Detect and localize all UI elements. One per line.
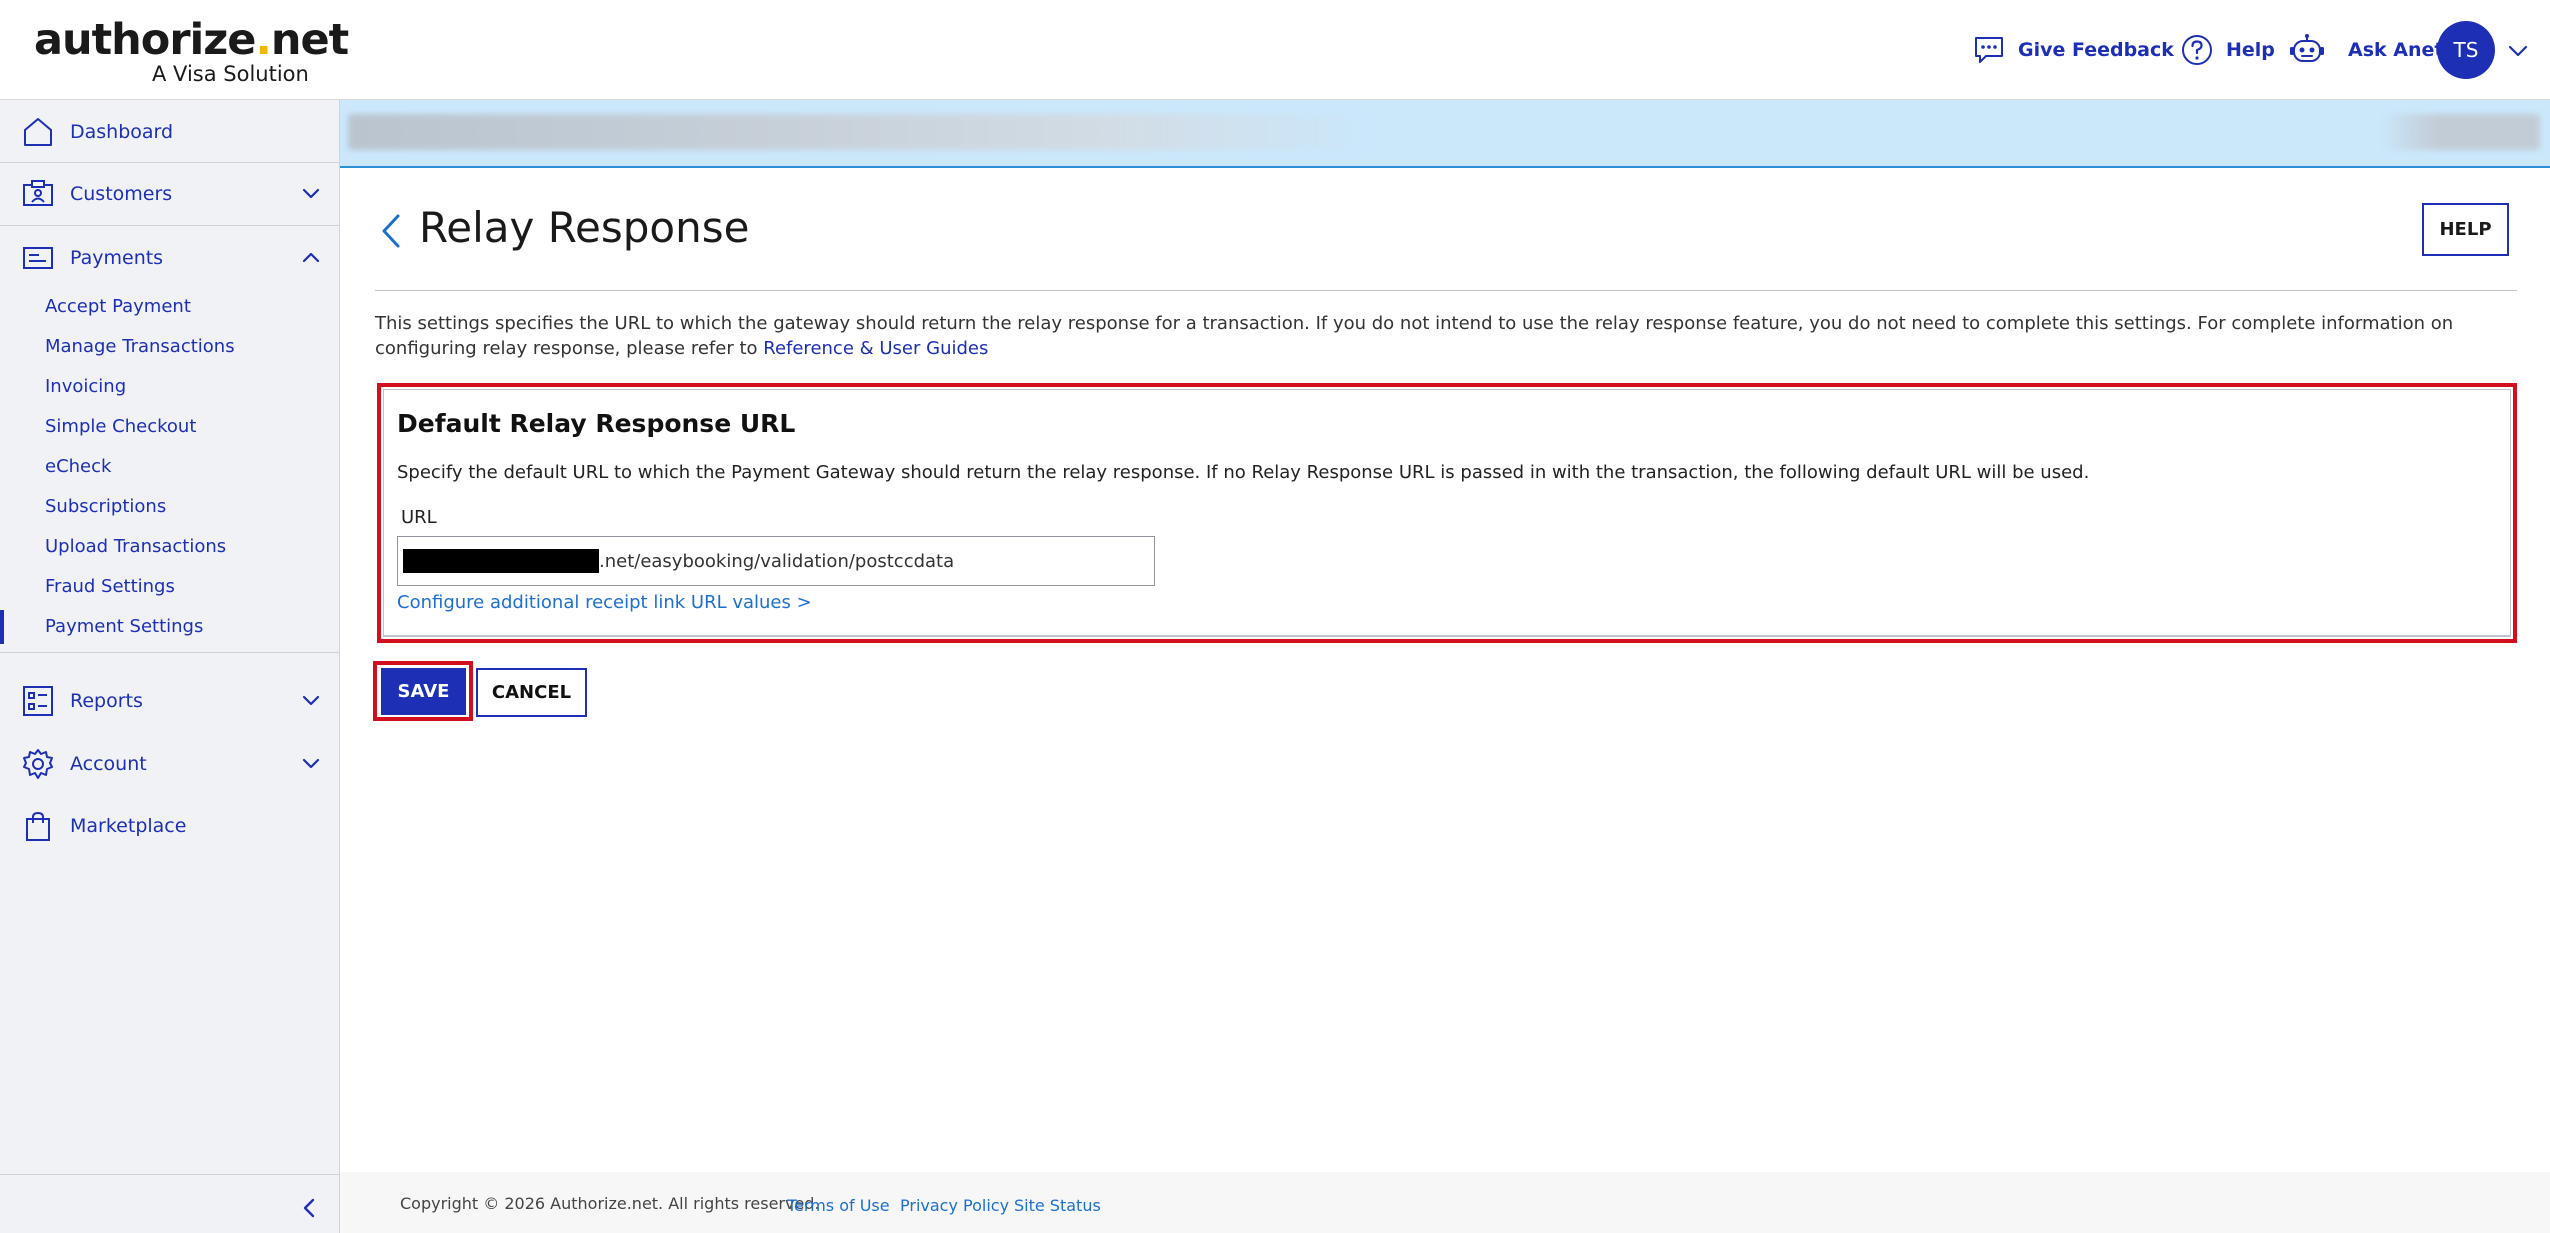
panel-title: Default Relay Response URL <box>397 409 796 438</box>
blurred-banner-action <box>2380 114 2540 150</box>
feedback-chat-icon <box>1975 37 2003 63</box>
top-header: authorize.net A Visa Solution Give Feedb… <box>0 0 2550 100</box>
sidebar: Dashboard Customers Payments Accept Paym… <box>0 100 340 1233</box>
shopping-bag-icon <box>26 811 50 841</box>
ask-anet-button[interactable]: Ask Anet <box>2288 30 2443 70</box>
notification-banner <box>340 100 2550 168</box>
sidebar-subitem-upload-transactions[interactable]: Upload Transactions <box>45 536 226 557</box>
chevron-down-icon <box>302 758 320 769</box>
redacted-domain <box>403 549 599 573</box>
blurred-banner-text <box>348 114 1368 150</box>
authorize-net-logo[interactable]: authorize.net A Visa Solution <box>34 16 349 86</box>
url-input[interactable]: .net/easybooking/validation/postccdata <box>397 536 1155 586</box>
sidebar-subitem-manage-transactions[interactable]: Manage Transactions <box>45 336 235 357</box>
home-icon <box>24 118 52 146</box>
sidebar-subitem-simple-checkout[interactable]: Simple Checkout <box>45 416 196 437</box>
chevron-down-icon <box>302 188 320 199</box>
configure-receipt-link[interactable]: Configure additional receipt link URL va… <box>397 592 812 613</box>
sidebar-item-marketplace[interactable]: Marketplace <box>0 798 340 854</box>
active-indicator <box>0 610 4 644</box>
sidebar-divider <box>0 162 340 163</box>
help-circle-icon <box>2182 35 2212 65</box>
sidebar-divider <box>0 652 340 653</box>
site-status-link[interactable]: Site Status <box>1014 1196 1101 1215</box>
gear-icon <box>23 749 53 779</box>
sidebar-item-reports[interactable]: Reports <box>0 673 340 729</box>
help-button[interactable]: HELP <box>2422 203 2509 256</box>
reference-guides-link[interactable]: Reference & User Guides <box>763 338 988 359</box>
reports-icon <box>23 686 53 716</box>
chevron-up-icon <box>302 252 320 263</box>
payment-card-icon <box>23 247 53 269</box>
url-label: URL <box>401 507 437 528</box>
sidebar-subitem-accept-payment[interactable]: Accept Payment <box>45 296 191 317</box>
sidebar-subitem-subscriptions[interactable]: Subscriptions <box>45 496 166 517</box>
sidebar-divider <box>0 1174 340 1175</box>
logo-tagline: A Visa Solution <box>152 62 309 86</box>
sidebar-subitem-payment-settings[interactable]: Payment Settings <box>45 616 203 637</box>
sidebar-divider <box>0 225 340 226</box>
title-divider <box>375 290 2517 291</box>
collapse-sidebar-chevron-icon[interactable] <box>298 1196 322 1220</box>
privacy-policy-link[interactable]: Privacy Policy <box>900 1196 1009 1215</box>
panel-description: Specify the default URL to which the Pay… <box>397 462 2090 483</box>
save-button[interactable]: SAVE <box>381 668 466 715</box>
chevron-down-icon <box>302 695 320 706</box>
page-title: Relay Response <box>419 203 750 252</box>
sidebar-item-dashboard[interactable]: Dashboard <box>0 104 340 160</box>
customer-card-icon <box>23 180 53 206</box>
robot-assistant-icon <box>2290 34 2324 62</box>
terms-of-use-link[interactable]: Terms of Use <box>787 1196 890 1215</box>
give-feedback-button[interactable]: Give Feedback <box>1972 30 2174 70</box>
sidebar-subitem-invoicing[interactable]: Invoicing <box>45 376 126 397</box>
sidebar-item-payments[interactable]: Payments <box>0 230 340 286</box>
copyright-text: Copyright © 2026 Authorize.net. All righ… <box>400 1194 820 1213</box>
intro-text: This settings specifies the URL to which… <box>375 313 2454 359</box>
sidebar-item-customers[interactable]: Customers <box>0 166 340 222</box>
sidebar-item-account[interactable]: Account <box>0 736 340 792</box>
help-link[interactable]: Help <box>2180 30 2275 70</box>
sidebar-subitem-fraud-settings[interactable]: Fraud Settings <box>45 576 175 597</box>
sidebar-subitem-echeck[interactable]: eCheck <box>45 456 111 477</box>
cancel-button[interactable]: CANCEL <box>476 668 587 717</box>
back-chevron-icon[interactable] <box>378 212 404 250</box>
chevron-down-icon[interactable] <box>2505 38 2531 64</box>
user-avatar[interactable]: TS <box>2437 21 2495 79</box>
